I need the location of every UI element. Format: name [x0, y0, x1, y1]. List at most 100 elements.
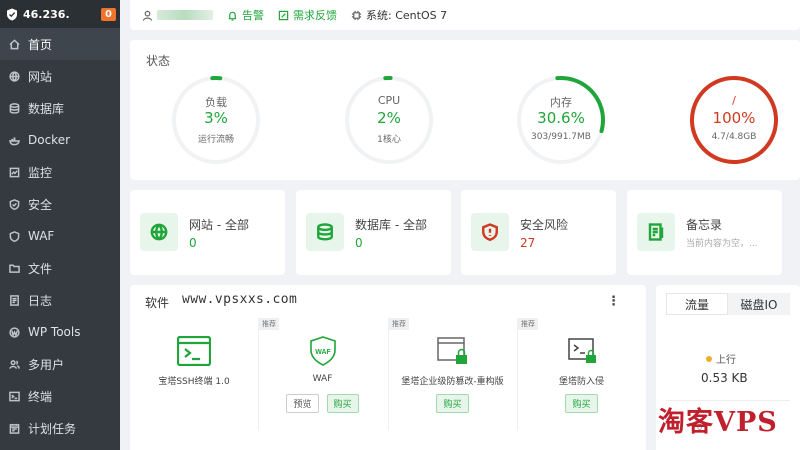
tab-traffic[interactable]: 流量 [666, 293, 728, 315]
waf-shield-icon: WAF [309, 336, 336, 366]
recommend-tag: 推荐 [389, 318, 409, 330]
wordpress-icon [9, 326, 20, 338]
overview-value[interactable]: 0 [189, 236, 197, 250]
sidebar-item-1[interactable]: 网站 [0, 60, 120, 92]
shield-alert-icon [482, 223, 498, 241]
sidebar-item-7[interactable]: 文件 [0, 252, 120, 284]
tab-disk-io[interactable]: 磁盘IO [728, 293, 790, 315]
gauge-sub: 303/991.7MB [531, 132, 591, 142]
system-info: 系统: CentOS 7 [351, 7, 447, 23]
buy-button[interactable]: 购买 [326, 394, 359, 413]
notification-badge[interactable]: 0 [101, 7, 116, 21]
software-name: 堡塔企业级防篡改-重构版 [401, 377, 504, 387]
gauge-2[interactable]: 内存 30.6% 303/991.7MB [515, 74, 607, 166]
overview-title: 安全风险 [520, 218, 569, 232]
gauge-label: 内存 [550, 96, 572, 109]
software-buttons: 购买 [389, 394, 516, 413]
sidebar-item-label: 首页 [28, 37, 53, 52]
gauge-sub: 1核心 [377, 135, 401, 145]
sidebar-item-4[interactable]: 监控 [0, 156, 120, 188]
buy-button[interactable]: 购买 [436, 394, 469, 413]
software-card: 软件 www.vpsxxs.com ⋮ 宝塔SSH终端 1.0 推荐 WAF WAF 预… [130, 285, 646, 450]
edit-icon [278, 10, 289, 20]
software-item-3[interactable]: 推荐 堡塔防入侵 购买 [517, 318, 645, 430]
sidebar-item-label: 日志 [28, 293, 53, 308]
upload-value: 0.53 KB [701, 371, 748, 385]
gauge-label: 负载 [205, 96, 227, 109]
preview-button[interactable]: 预览 [286, 394, 319, 413]
gauge-3[interactable]: / 100% 4.7/4.8GB [688, 74, 780, 166]
sidebar-item-10[interactable]: 多用户 [0, 348, 120, 380]
software-item-0[interactable]: 宝塔SSH终端 1.0 [130, 318, 258, 430]
more-menu-icon[interactable]: ⋮ [607, 294, 620, 309]
sidebar-item-label: 网站 [28, 69, 53, 84]
software-name: 宝塔SSH终端 1.0 [158, 377, 230, 387]
software-item-2[interactable]: 推荐堡塔企业级防篡改-重构版购买 [388, 318, 516, 430]
sidebar-item-5[interactable]: 安全 [0, 188, 120, 220]
sidebar-item-0[interactable]: 首页 [0, 28, 120, 60]
gauge-sub: 运行流畅 [197, 135, 234, 145]
sidebar-item-8[interactable]: 日志 [0, 284, 120, 316]
overview-title: 备忘录 [686, 218, 723, 232]
user-info[interactable] [142, 10, 213, 21]
sidebar-item-12[interactable]: 计划任务 [0, 412, 120, 444]
status-card: 状态 负载 3% 运行流畅 CPU 2% 1核心 内存 30.6% 303/991.7MB / 10… [130, 40, 800, 180]
sidebar-item-label: 多用户 [28, 357, 65, 372]
sidebar-item-3[interactable]: Docker [0, 124, 120, 156]
overview-card-3[interactable]: 备忘录当前内容为空，... [627, 190, 782, 275]
upload-dot-icon [706, 355, 712, 362]
server-ip: 46.236. [23, 7, 70, 21]
gauge-sub: 4.7/4.8GB [711, 132, 757, 142]
overview-icon-box [140, 213, 178, 251]
gauge-1[interactable]: CPU 2% 1核心 [343, 74, 435, 166]
overview-value[interactable]: 27 [520, 236, 535, 250]
gauge-value: 100% [712, 109, 756, 127]
overview-icon-box [637, 213, 675, 251]
feedback-link[interactable]: 需求反馈 [278, 7, 337, 23]
status-title: 状态 [146, 54, 171, 68]
bell-icon [228, 11, 237, 21]
shield-icon [9, 198, 20, 210]
upload-legend: 上行 [706, 351, 736, 366]
tamper-proof-icon [436, 337, 467, 364]
overview-value[interactable]: 0 [355, 236, 363, 250]
user-icon [142, 10, 153, 21]
overview-card-1[interactable]: 数据库 - 全部 0 [296, 190, 451, 275]
sidebar-item-11[interactable]: 终端 [0, 380, 120, 412]
gauge-value: 30.6% [537, 109, 585, 127]
top-bar: 告警 需求反馈 系统: CentOS 7 [130, 0, 800, 30]
alert-link[interactable]: 告警 [227, 7, 264, 23]
home-icon [9, 38, 20, 49]
folder-icon [9, 264, 20, 273]
software-title: 软件 [145, 296, 170, 310]
software-name: WAF [312, 374, 333, 384]
sidebar-item-6[interactable]: WAF [0, 220, 120, 252]
buy-button[interactable]: 购买 [565, 394, 598, 413]
monitor-icon [9, 167, 20, 177]
gauge-label: / [732, 94, 736, 107]
overview-value[interactable]: 当前内容为空，... [686, 236, 758, 249]
overview-title: 数据库 - 全部 [355, 218, 427, 232]
overview-title: 网站 - 全部 [189, 218, 249, 232]
system-value: CentOS 7 [395, 8, 448, 22]
log-icon [10, 294, 19, 306]
sidebar-item-label: 数据库 [28, 101, 65, 116]
upload-label: 上行 [716, 355, 736, 366]
overview-icon-box [471, 213, 509, 251]
bt-logo-icon [7, 8, 17, 20]
traffic-tabs: 流量 磁盘IO [666, 293, 790, 315]
alert-label: 告警 [242, 9, 264, 22]
sidebar-item-9[interactable]: WP Tools [0, 316, 120, 348]
sidebar-item-2[interactable]: 数据库 [0, 92, 120, 124]
terminal-icon [9, 391, 20, 401]
overview-card-2[interactable]: 安全风险 27 [461, 190, 616, 275]
gauge-0[interactable]: 负载 3% 运行流畅 [170, 74, 262, 166]
docker-icon [9, 136, 20, 145]
server-header: 46.236. 0 [0, 0, 120, 28]
overview-card-0[interactable]: 网站 - 全部 0 [130, 190, 285, 275]
software-item-1[interactable]: 推荐 WAF WAF 预览 购买 [258, 318, 386, 430]
sidebar-item-label: WAF [28, 229, 55, 243]
globe-icon [9, 70, 20, 82]
globe-icon [150, 223, 168, 241]
database-icon [317, 223, 333, 241]
